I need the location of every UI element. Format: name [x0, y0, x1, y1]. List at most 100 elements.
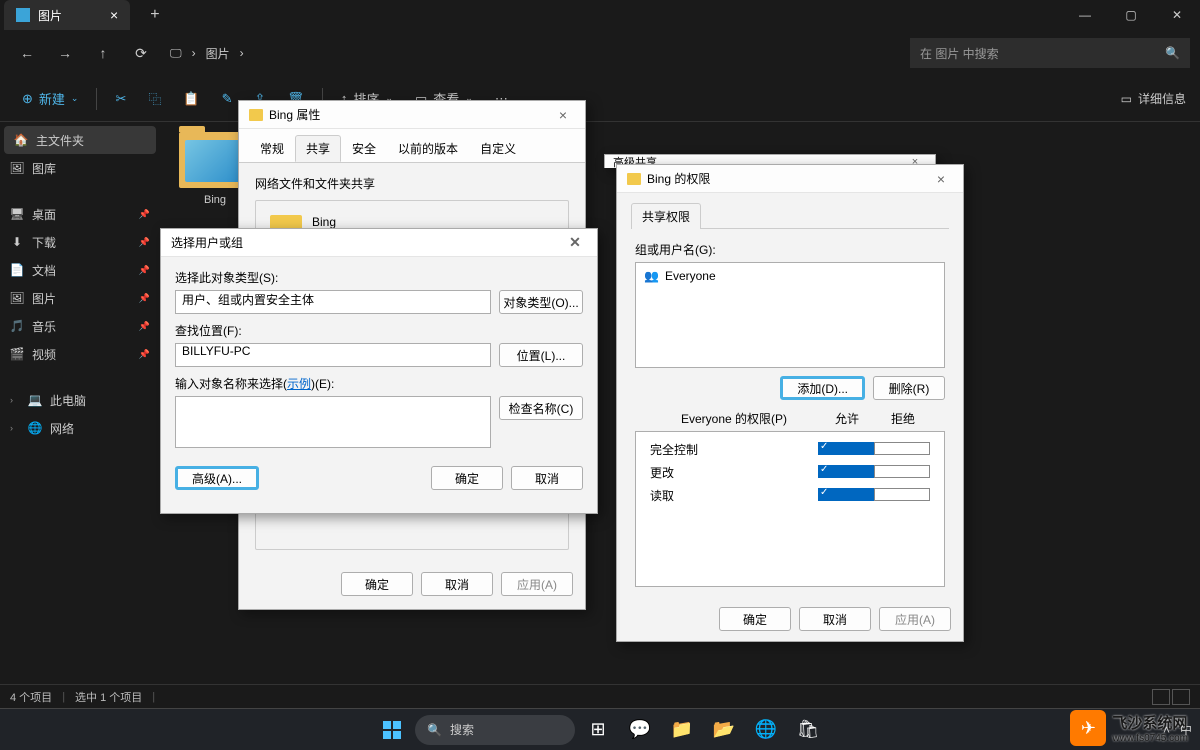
scissors-icon: ✂	[115, 91, 126, 107]
permissions-dialog: Bing 的权限 × 共享权限 组或用户名(G): 👥 Everyone 添加(…	[616, 164, 964, 642]
tab-custom[interactable]: 自定义	[469, 135, 527, 162]
location-button[interactable]: 位置(L)...	[499, 343, 583, 367]
label: 下载	[32, 234, 56, 251]
new-tab-button[interactable]: +	[150, 6, 159, 24]
sidebar-item-documents[interactable]: 📄文档📌	[0, 256, 160, 284]
add-button[interactable]: 添加(D)...	[780, 376, 865, 400]
deny-checkbox[interactable]	[874, 442, 930, 455]
object-type-button[interactable]: 对象类型(O)...	[499, 290, 583, 314]
sidebar-item-downloads[interactable]: ⬇下载📌	[0, 228, 160, 256]
sidebar-item-network[interactable]: ›🌐网络	[0, 414, 160, 442]
deny-checkbox[interactable]	[874, 488, 930, 501]
sidebar-item-desktop[interactable]: 🖥桌面📌	[0, 200, 160, 228]
path-segment[interactable]: 图片	[206, 45, 230, 62]
desktop-icon: 🖥	[10, 207, 24, 221]
sidebar-item-music[interactable]: 🎵音乐📌	[0, 312, 160, 340]
taskbar-store[interactable]: 🛍	[789, 711, 827, 749]
folder-name: Bing	[312, 215, 348, 229]
paste-button[interactable]: 📋	[175, 83, 207, 115]
sidebar-item-home[interactable]: 🏠主文件夹	[4, 126, 156, 154]
location-field: 查找位置(F): BILLYFU-PC 位置(L)...	[175, 322, 583, 367]
copy-button[interactable]: ⿻	[140, 83, 169, 115]
view-toggle[interactable]	[1152, 689, 1190, 705]
taskbar-search[interactable]: 🔍 搜索	[415, 715, 575, 745]
maximize-button[interactable]: ▢	[1108, 0, 1154, 30]
close-window-button[interactable]: ✕	[1154, 0, 1200, 30]
example-link[interactable]: 示例	[287, 377, 311, 391]
deny-checkbox[interactable]	[874, 465, 930, 478]
back-button[interactable]: ←	[10, 36, 44, 70]
user-list[interactable]: 👥 Everyone	[635, 262, 945, 368]
dialog-titlebar[interactable]: Bing 的权限 ×	[617, 165, 963, 193]
label-post: )(E):	[311, 377, 334, 391]
watermark-url: www.fs0745.com	[1112, 733, 1188, 744]
breadcrumb[interactable]: 🖵 › 图片 ›	[170, 45, 906, 62]
rename-button[interactable]: ✎	[214, 83, 241, 115]
cut-button[interactable]: ✂	[107, 83, 134, 115]
pin-icon: 📌	[139, 237, 150, 248]
allow-checkbox[interactable]	[818, 488, 874, 501]
pc-icon: 💻	[28, 393, 42, 407]
taskbar-app[interactable]: 💬	[621, 711, 659, 749]
tab-security[interactable]: 安全	[341, 135, 387, 162]
new-button[interactable]: ⊕ 新建 ⌄	[14, 83, 86, 115]
taskbar-explorer[interactable]: 📂	[705, 711, 743, 749]
dialog-titlebar[interactable]: 选择用户或组 ✕	[161, 229, 597, 257]
sidebar-item-this-pc[interactable]: ›💻此电脑	[0, 386, 160, 414]
close-tab-icon[interactable]: ×	[110, 7, 118, 23]
task-view-button[interactable]: ⊞	[579, 711, 617, 749]
sidebar-item-videos[interactable]: 🎬视频📌	[0, 340, 160, 368]
cancel-button[interactable]: 取消	[421, 572, 493, 596]
forward-button[interactable]: →	[48, 36, 82, 70]
perm-name: 读取	[650, 487, 818, 504]
close-icon[interactable]: ✕	[563, 234, 587, 251]
videos-icon: 🎬	[10, 347, 24, 361]
dialog-titlebar[interactable]: Bing 属性 ×	[239, 101, 585, 129]
value: 用户、组或内置安全主体	[182, 293, 314, 307]
pin-icon: 📌	[139, 209, 150, 220]
window-controls: — ▢ ✕	[1062, 0, 1200, 30]
check-names-button[interactable]: 检查名称(C)	[499, 396, 583, 420]
tab-sharing[interactable]: 共享	[295, 135, 341, 162]
apply-button[interactable]: 应用(A)	[879, 607, 951, 631]
advanced-button[interactable]: 高级(A)...	[175, 466, 259, 490]
cancel-button[interactable]: 取消	[511, 466, 583, 490]
close-icon[interactable]: ×	[551, 107, 575, 123]
minimize-button[interactable]: —	[1062, 0, 1108, 30]
close-icon[interactable]: ×	[929, 171, 953, 187]
pin-icon: 📌	[139, 349, 150, 360]
taskbar-edge[interactable]: 🌐	[747, 711, 785, 749]
music-icon: 🎵	[10, 319, 24, 333]
tab-previous-versions[interactable]: 以前的版本	[387, 135, 469, 162]
refresh-button[interactable]: ⟳	[124, 36, 158, 70]
user-item-everyone[interactable]: 👥 Everyone	[640, 267, 940, 285]
user-buttons: 添加(D)... 删除(R)	[635, 376, 945, 400]
tabs: 常规 共享 安全 以前的版本 自定义	[239, 129, 585, 162]
window-tab[interactable]: 图片 ×	[4, 0, 130, 30]
allow-checkbox[interactable]	[818, 442, 874, 455]
up-button[interactable]: ↑	[86, 36, 120, 70]
details-panel-button[interactable]: ▭ 详细信息	[1121, 90, 1186, 107]
ok-button[interactable]: 确定	[431, 466, 503, 490]
label: 图库	[32, 160, 56, 177]
tab-share-permissions[interactable]: 共享权限	[631, 203, 701, 229]
details-label: 详细信息	[1138, 90, 1186, 107]
taskbar-app[interactable]: 📁	[663, 711, 701, 749]
start-button[interactable]	[373, 711, 411, 749]
cancel-button[interactable]: 取消	[799, 607, 871, 631]
object-name-input[interactable]	[175, 396, 491, 448]
sidebar-item-pictures[interactable]: 🖼图片📌	[0, 284, 160, 312]
allow-checkbox[interactable]	[818, 465, 874, 478]
remove-button[interactable]: 删除(R)	[873, 376, 945, 400]
ok-button[interactable]: 确定	[341, 572, 413, 596]
chevron-right-icon: ›	[10, 395, 20, 405]
sidebar-item-gallery[interactable]: 🖼图库	[0, 154, 160, 182]
ok-button[interactable]: 确定	[719, 607, 791, 631]
apply-button[interactable]: 应用(A)	[501, 572, 573, 596]
chevron-right-icon: ›	[240, 46, 244, 60]
location-input: BILLYFU-PC	[175, 343, 491, 367]
tab-general[interactable]: 常规	[249, 135, 295, 162]
separator: |	[152, 691, 155, 703]
dialog-body: 选择此对象类型(S): 用户、组或内置安全主体 对象类型(O)... 查找位置(…	[161, 257, 597, 502]
search-input[interactable]: 在 图片 中搜索 🔍	[910, 38, 1190, 68]
